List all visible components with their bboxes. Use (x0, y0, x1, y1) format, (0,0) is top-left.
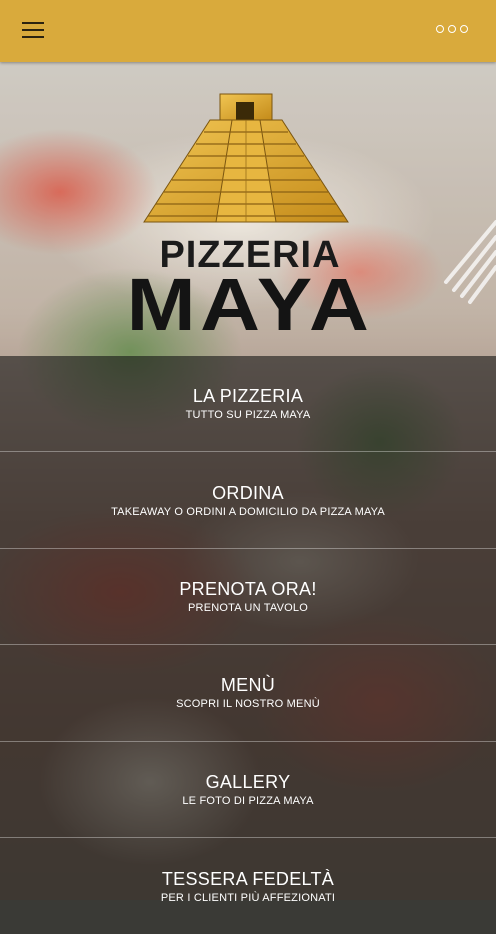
menu-item-gallery[interactable]: GALLERY LE FOTO DI PIZZA MAYA (0, 742, 496, 838)
menu-item-title: PRENOTA ORA! (179, 578, 317, 599)
menu-item-la-pizzeria[interactable]: LA PIZZERIA TUTTO SU PIZZA MAYA (0, 356, 496, 453)
menu-item-title: GALLERY (205, 771, 291, 792)
menu-item-tessera-fedelta[interactable]: TESSERA FEDELTÀ PER I CLIENTI PIÙ AFFEZI… (0, 838, 496, 934)
menu-item-title: TESSERA FEDELTÀ (161, 868, 335, 889)
menu-item-prenota-ora[interactable]: PRENOTA ORA! PRENOTA UN TAVOLO (0, 549, 496, 646)
app-bar (0, 0, 496, 62)
menu-item-ordina[interactable]: ORDINA TAKEAWAY O ORDINI A DOMICILIO DA … (0, 452, 496, 549)
fork-image (444, 220, 496, 304)
menu-item-subtitle: LE FOTO DI PIZZA MAYA (182, 794, 314, 807)
hamburger-icon[interactable] (22, 20, 46, 40)
menu-item-subtitle: PER I CLIENTI PIÙ AFFEZIONATI (160, 891, 336, 904)
menu-item-title: ORDINA (212, 482, 284, 503)
menu-item-subtitle: SCOPRI IL NOSTRO MENÙ (176, 698, 320, 711)
logo-text-maya: MAYA (126, 263, 374, 346)
menu-item-menu[interactable]: MENÙ SCOPRI IL NOSTRO MENÙ (0, 645, 496, 742)
pyramid-icon (143, 93, 349, 223)
menu-item-subtitle: TUTTO SU PIZZA MAYA (185, 409, 311, 422)
menu-item-title: LA PIZZERIA (192, 386, 304, 407)
more-dots-icon[interactable] (436, 23, 472, 37)
menu-item-subtitle: PRENOTA UN TAVOLO (188, 601, 308, 614)
main-menu: LA PIZZERIA TUTTO SU PIZZA MAYA ORDINA T… (0, 356, 496, 904)
menu-item-subtitle: TAKEAWAY O ORDINI A DOMICILIO DA PIZZA M… (111, 505, 385, 518)
pizzeria-maya-logo: PIZZERIA MAYA (100, 92, 400, 346)
menu-item-title: MENÙ (220, 675, 276, 696)
